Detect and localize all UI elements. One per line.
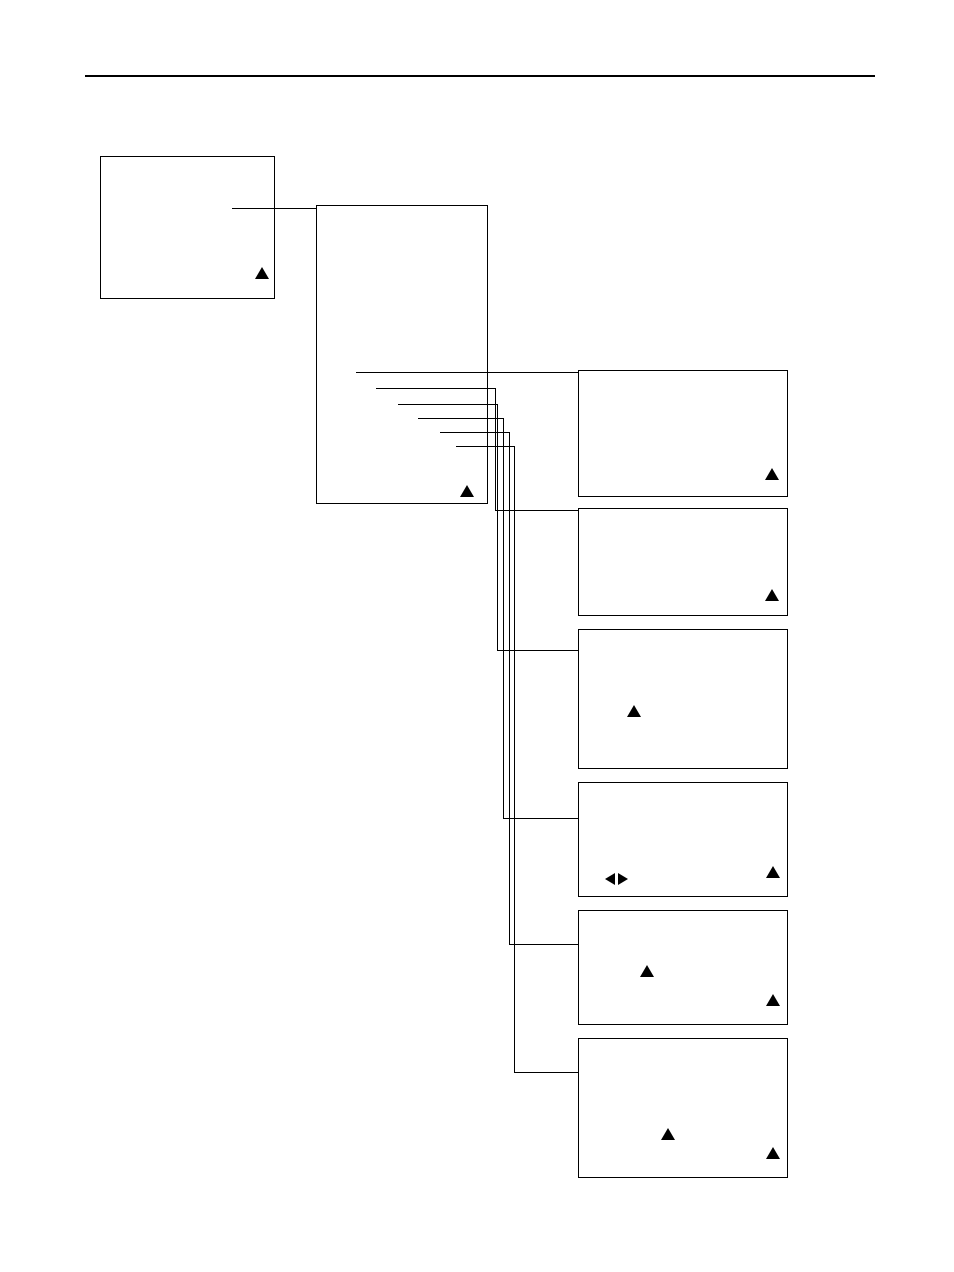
connector-line <box>503 418 504 818</box>
connector-line <box>509 432 510 944</box>
connector-line <box>418 418 504 419</box>
connector-line <box>495 388 496 510</box>
arrow-up-icon <box>766 994 780 1006</box>
arrow-up-icon <box>661 1128 675 1140</box>
connector-line <box>503 818 579 819</box>
box-main <box>100 156 275 299</box>
arrow-up-icon <box>766 1147 780 1159</box>
arrow-up-icon <box>640 965 654 977</box>
connector-line <box>456 446 514 447</box>
connector-line <box>514 446 515 1072</box>
arrow-up-icon <box>766 866 780 878</box>
arrow-right-icon <box>618 873 628 885</box>
arrow-up-icon <box>765 468 779 480</box>
arrow-up-icon <box>765 589 779 601</box>
connector-line <box>440 432 510 433</box>
box-right-5 <box>578 910 788 1025</box>
arrow-up-icon <box>627 705 641 717</box>
connector-line <box>509 944 579 945</box>
box-right-6 <box>578 1038 788 1178</box>
diagram-page <box>0 0 954 1272</box>
arrow-left-icon <box>605 873 615 885</box>
connector-line <box>495 510 579 511</box>
page-top-rule <box>85 75 875 77</box>
connector-line <box>398 404 498 405</box>
connector-line <box>376 388 496 389</box>
arrow-up-icon <box>255 267 269 279</box>
connector-line <box>232 208 317 209</box>
box-right-1 <box>578 370 788 497</box>
box-right-2 <box>578 508 788 616</box>
arrow-up-icon <box>460 485 474 497</box>
connector-line <box>497 650 579 651</box>
connector-line <box>514 1072 579 1073</box>
connector-line <box>497 404 498 650</box>
box-sub <box>316 205 488 504</box>
connector-line <box>356 372 578 373</box>
box-right-3 <box>578 629 788 769</box>
